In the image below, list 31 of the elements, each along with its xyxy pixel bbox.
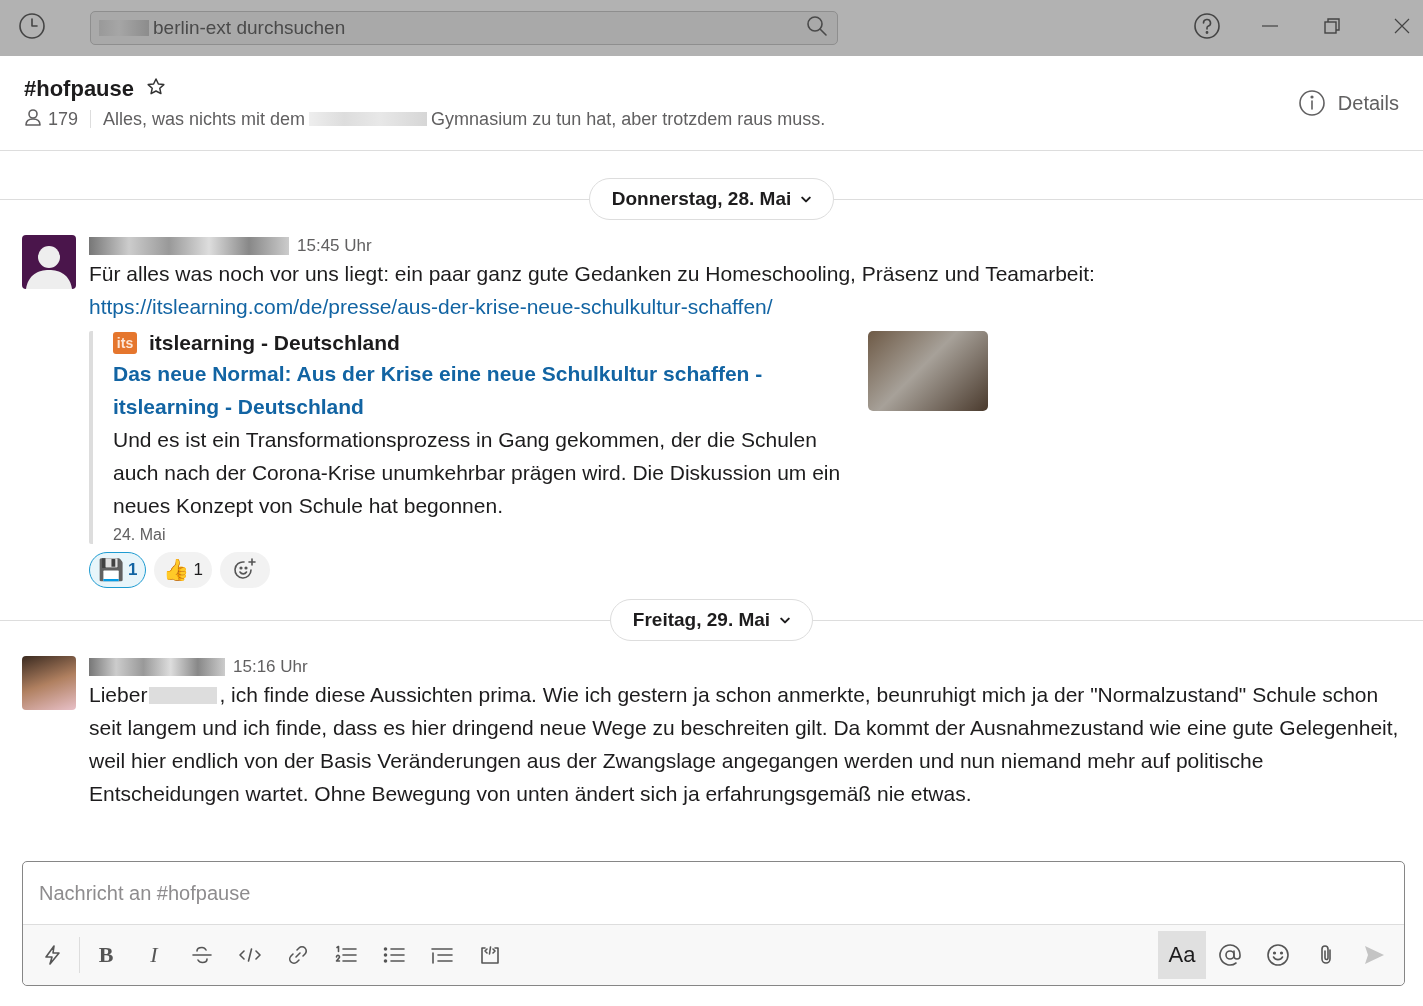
channel-name: #hofpause	[24, 75, 135, 102]
reaction-button[interactable]: 💾 1	[89, 552, 147, 588]
message-link[interactable]: https://itslearning.com/de/presse/aus-der-krise-neue-schulkultur-schaffen/	[89, 290, 1401, 323]
attachment-title-link[interactable]: Das neue Normal: Aus der Krise eine neue Schulkultur schaffen - itslearning - Deutschland	[113, 357, 848, 423]
search-field[interactable]: berlin-ext durchsuchen	[90, 11, 838, 45]
formatting-button[interactable]: Aa	[1158, 931, 1206, 979]
channel-topic: Gymnasium zu tun hat, aber trotzdem raus muss.	[431, 108, 826, 130]
search-placeholder: berlin-ext durchsuchen	[153, 17, 347, 39]
message-time[interactable]: 15:16 Uhr	[233, 657, 308, 677]
message-time[interactable]: 15:45 Uhr	[297, 236, 372, 256]
details-button[interactable]: Details	[1297, 89, 1399, 117]
date-divider-button[interactable]: Freitag, 29. Mai	[609, 599, 814, 641]
reaction-button[interactable]: 👍 1	[154, 552, 212, 588]
site-icon: its	[113, 332, 137, 354]
message-composer[interactable]: Nachricht an #hofpause B I Aa	[22, 861, 1405, 986]
photo-placeholder[interactable]	[22, 656, 76, 710]
attachment-date: 24. Mai	[113, 526, 167, 544]
attachment-description: Und es ist ein Transformationsprozess in Gang gekommen, der die Schulen auch nach der Corona-Krise unumkehrbar prägen wird. Die Diskussion um ein neues Konzept von Schule hat begonnen.	[113, 427, 842, 519]
chevron-icon	[801, 195, 812, 203]
site-name: itslearning - Deutschland	[149, 331, 400, 355]
bold-button[interactable]: B	[82, 931, 130, 979]
redacted-block	[99, 20, 149, 36]
italic-button[interactable]: I	[130, 931, 178, 979]
avatar-icon[interactable]	[22, 235, 76, 289]
date-divider-button[interactable]: Donnerstag, 28. Mai	[588, 178, 835, 220]
channel-topic: Alles, was nichts mit dem	[103, 108, 306, 130]
message-text: Für alles was noch vor uns liegt: ein paar ganz gute Gedanken zu Homeschooling, Präsenz und Teamarbeit:	[89, 261, 1096, 287]
chevron-icon	[780, 616, 791, 624]
message-text: Lieber , ich finde diese Aussichten prima. Wie ich gestern ja schon anmerkte, beunruhigt mich ja der "Normalzustand" Schule schon seit langem und ich finde, dass es hier dringend neue Wege zu beschreiten gilt. Da kommt der Ausnahmezustand wie eine gute Gelegenheit, weil hier endlich von der Basis Veränderungen aus der Zwangslage angegangen werden und nun niemand mehr auf politische Entscheidungen wartet. Ohne Bewegung von unten ändert sich ja erfahrungsgemäß nie etwas.	[89, 682, 1400, 807]
member-count[interactable]: 179	[48, 108, 79, 130]
info-icon[interactable]	[1297, 89, 1326, 117]
